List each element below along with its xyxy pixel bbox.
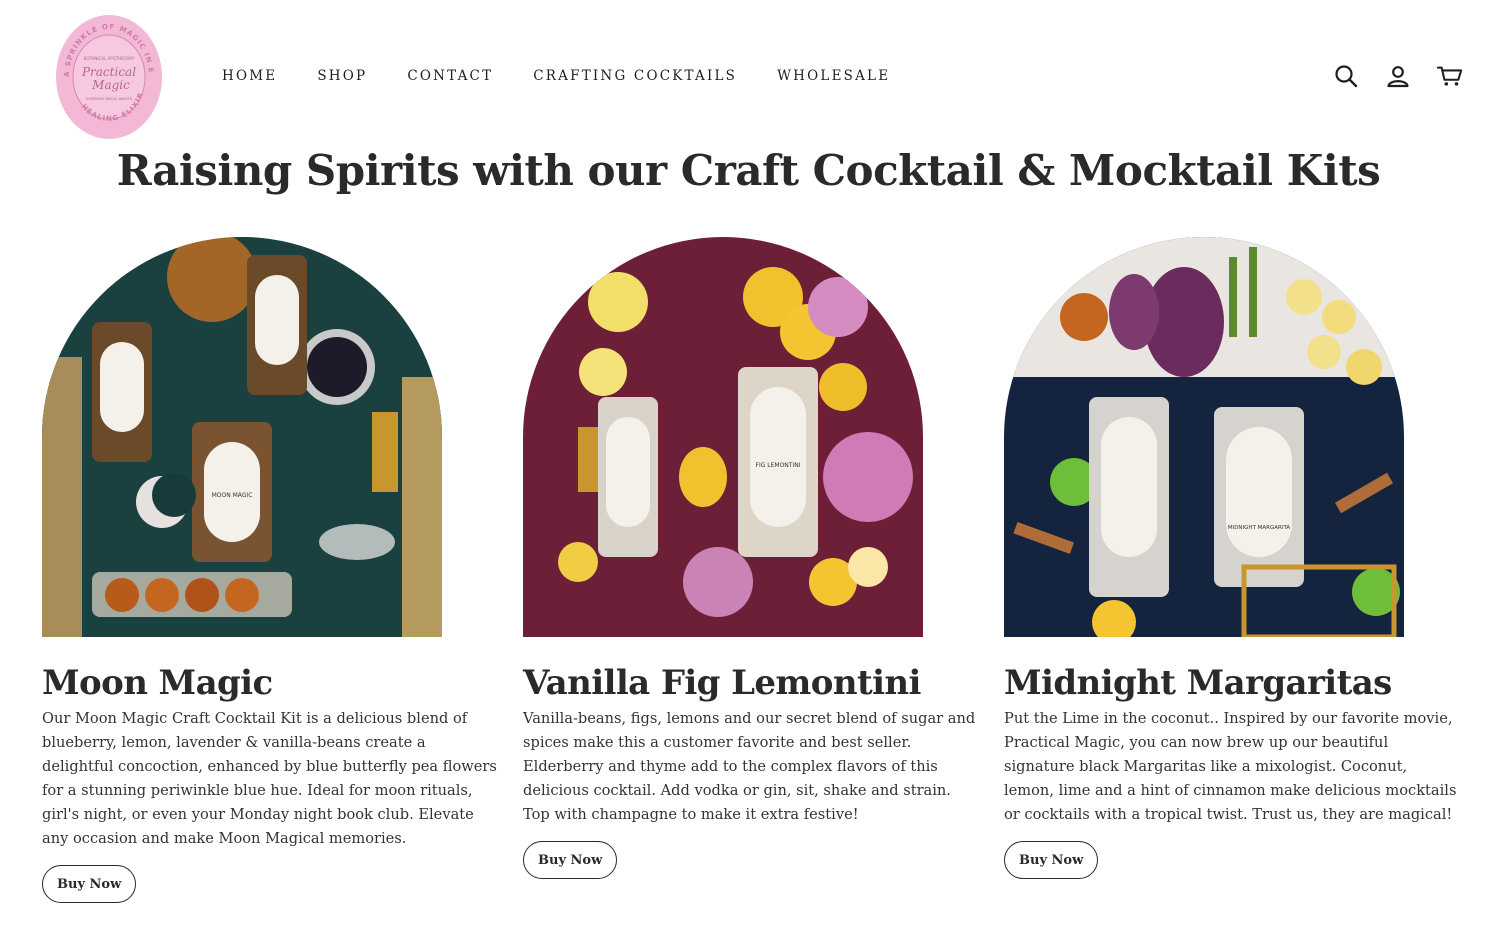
product-card-midnight-margaritas: MIDNIGHT MARGARITA Midnight Margaritas P…: [1004, 237, 1464, 879]
product-description: Put the Lime in the coconut.. Inspired b…: [1004, 710, 1457, 823]
product-image[interactable]: FIG LEMONTINI: [523, 237, 923, 637]
product-card-vanilla-fig-lemontini: FIG LEMONTINI Vanilla Fig Lemontini Vani…: [523, 237, 983, 879]
page-title: Raising Spirits with our Craft Cocktail …: [116, 146, 1381, 195]
account-icon[interactable]: [1385, 62, 1411, 90]
buy-now-button[interactable]: Buy Now: [42, 865, 137, 903]
product-title: Midnight Margaritas: [1004, 663, 1392, 703]
jar-label: FIG LEMONTINI: [756, 462, 801, 469]
nav-shop[interactable]: SHOP: [317, 68, 367, 84]
nav-home[interactable]: HOME: [222, 68, 277, 84]
product-image[interactable]: MIDNIGHT MARGARITA: [1004, 237, 1404, 637]
nav-contact[interactable]: CONTACT: [407, 68, 493, 84]
practical-magic-logo[interactable]: A SPRINKLE OF MAGIC IN EVERY HEALING ELI…: [51, 8, 163, 140]
logo-name-line1: Practical: [81, 65, 136, 79]
product-card-moon-magic: MOON MAGIC Moon Magic Our Moon Magic Cra…: [42, 237, 502, 903]
jar-label: MIDNIGHT MARGARITA: [1228, 525, 1291, 531]
header-actions: [1333, 62, 1463, 90]
search-icon[interactable]: [1333, 62, 1359, 90]
nav-crafting-cocktails[interactable]: CRAFTING COCKTAILS: [533, 68, 737, 84]
buy-now-button[interactable]: Buy Now: [523, 841, 618, 879]
product-description: Vanilla-beans, figs, lemons and our secr…: [523, 710, 976, 823]
jar-label: MOON MAGIC: [212, 492, 253, 499]
product-title: Vanilla Fig Lemontini: [523, 663, 921, 703]
buy-now-button[interactable]: Buy Now: [1004, 841, 1099, 879]
product-title: Moon Magic: [42, 663, 273, 703]
logo-name-line2: Magic: [91, 78, 130, 92]
nav-wholesale[interactable]: WHOLESALE: [777, 68, 890, 84]
product-image[interactable]: MOON MAGIC: [42, 237, 442, 637]
main-nav: HOME SHOP CONTACT CRAFTING COCKTAILS WHO…: [222, 68, 890, 84]
logo-subtitle: BOTANICAL APOTHECARY: [84, 56, 135, 61]
cart-icon[interactable]: [1437, 62, 1463, 90]
logo-tagline: EVERYDAY MAGIC AWAITS: [86, 97, 133, 101]
site-header: A SPRINKLE OF MAGIC IN EVERY HEALING ELI…: [0, 0, 1497, 150]
product-description: Our Moon Magic Craft Cocktail Kit is a d…: [42, 710, 497, 847]
